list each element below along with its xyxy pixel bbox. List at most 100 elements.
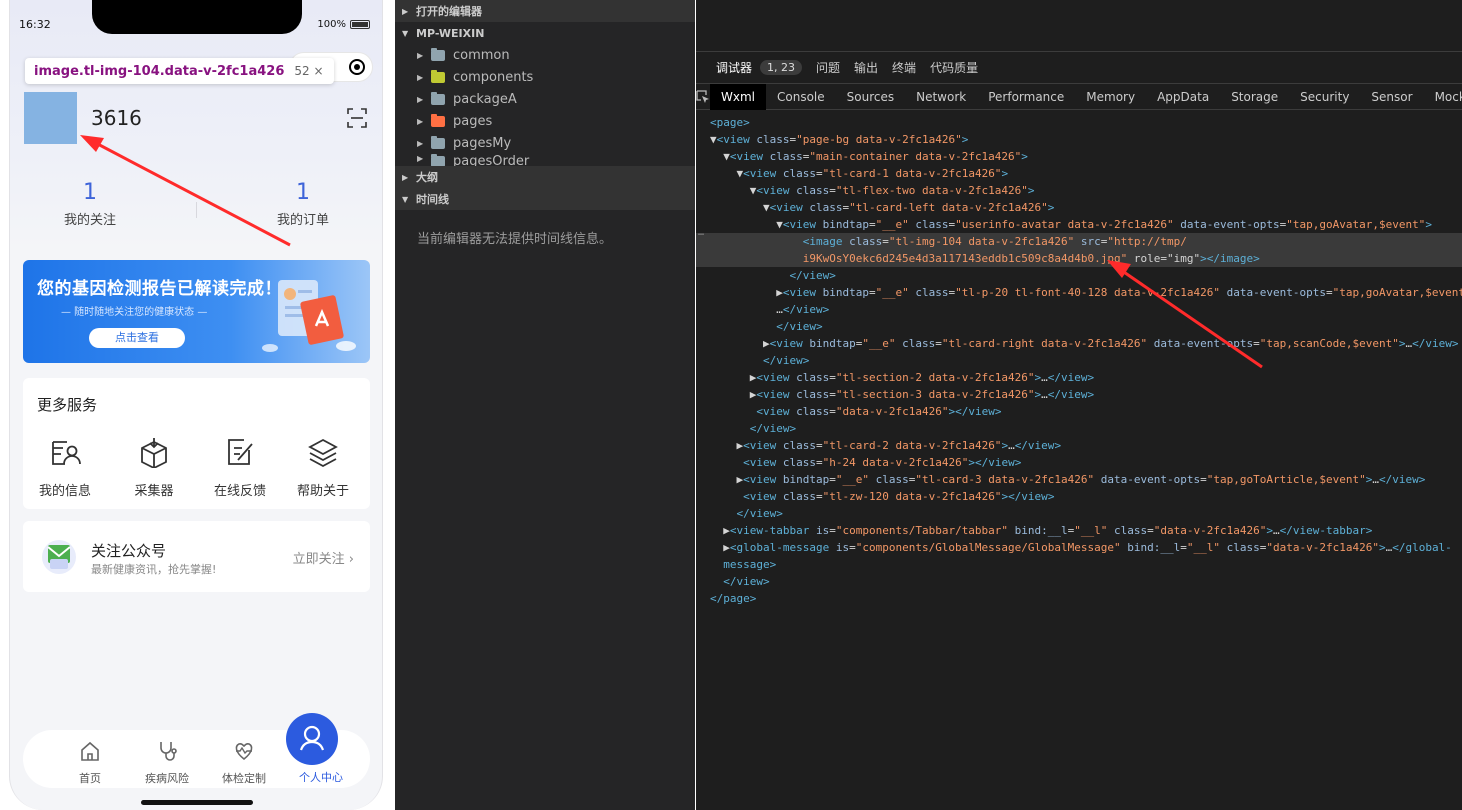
dom-node-line[interactable]: </view> (696, 318, 1462, 335)
tab-security[interactable]: Security (1289, 84, 1360, 110)
tab-terminal[interactable]: 终端 (892, 59, 916, 76)
tab-network[interactable]: Network (905, 84, 977, 110)
follow-subtitle: 最新健康资讯，抢先掌握! (91, 563, 217, 576)
project-header[interactable]: ▼ MP-WEIXIN (395, 22, 695, 44)
service-label: 我的信息 (38, 484, 91, 499)
tab-code-quality[interactable]: 代码质量 (930, 59, 978, 76)
dom-node-line[interactable]: message> (696, 556, 1462, 573)
home-icon (81, 741, 99, 761)
dom-node-line[interactable]: </view> (696, 267, 1462, 284)
chevron-down-icon: ▼ (402, 28, 409, 38)
dom-node-line[interactable]: </view> (696, 352, 1462, 369)
outline-header[interactable]: ▶ 大纲 (395, 166, 695, 188)
dom-node-line[interactable]: <view class="h-24 data-v-2fc1a426"></vie… (696, 454, 1462, 471)
inspect-element-button[interactable] (696, 84, 710, 110)
tab-home[interactable]: 首页 (55, 740, 125, 786)
service-label: 在线反馈 (213, 484, 266, 499)
folder-name: pagesOrder (453, 154, 530, 166)
dom-node-line[interactable]: <page> (696, 114, 1462, 131)
report-banner[interactable]: 您的基因检测报告已解读完成！ — 随时随地关注您的健康状态 — 点击查看 (23, 260, 370, 363)
timeline-header[interactable]: ▼ 时间线 (395, 188, 695, 210)
devtools-top-strip (696, 0, 1462, 52)
tree-folder-pagesOrder[interactable]: ▶ pagesOrder (395, 154, 695, 166)
dom-node-line[interactable]: ▼<view class="tl-card-1 data-v-2fc1a426"… (696, 165, 1462, 182)
close-target-icon[interactable] (348, 59, 365, 75)
service-collector[interactable]: 采集器 (114, 436, 194, 499)
service-help-about[interactable]: 帮助关于 (283, 436, 363, 499)
dom-node-line[interactable]: </view> (696, 505, 1462, 522)
tab-sources[interactable]: Sources (836, 84, 905, 110)
dom-node-line[interactable]: ▶<view class="tl-section-2 data-v-2fc1a4… (696, 369, 1462, 386)
tree-folder-pages[interactable]: ▶ pages (395, 110, 695, 132)
follow-now-link[interactable]: 立即关注 › (293, 548, 354, 567)
dom-node-line[interactable]: ▼<view class="tl-flex-two data-v-2fc1a42… (696, 182, 1462, 199)
battery-percent: 100% (317, 19, 346, 30)
dom-node-line[interactable]: <view class="tl-zw-120 data-v-2fc1a426">… (696, 488, 1462, 505)
dom-node-line[interactable]: …</view> (696, 301, 1462, 318)
tree-folder-components[interactable]: ▶ components (395, 66, 695, 88)
open-editors-header[interactable]: ▶ 打开的编辑器 (395, 0, 695, 22)
tab-storage[interactable]: Storage (1220, 84, 1289, 110)
tab-output[interactable]: 输出 (854, 59, 878, 76)
folder-name: pages (453, 113, 493, 129)
tab-console[interactable]: Console (766, 84, 836, 110)
tab-mock[interactable]: Mock (1424, 84, 1462, 110)
dom-node-line[interactable]: ▶<view-tabbar is="components/Tabbar/tabb… (696, 522, 1462, 539)
tree-folder-pagesMy[interactable]: ▶ pagesMy (395, 132, 695, 154)
explorer-panel: ▶ 打开的编辑器 ▼ MP-WEIXIN ▶ common ▶ componen… (395, 0, 695, 810)
tab-debugger[interactable]: 调试器 (716, 59, 752, 76)
dom-node-line[interactable]: ▼<view class="page-bg data-v-2fc1a426"> (696, 131, 1462, 148)
home-indicator (141, 800, 253, 805)
more-services-card: 更多服务 我的信息 采集器 在线反馈 帮助关于 (23, 378, 370, 509)
tab-memory[interactable]: Memory (1075, 84, 1146, 110)
node-options-ellipsis[interactable]: … (698, 224, 704, 241)
tree-folder-packageA[interactable]: ▶ packageA (395, 88, 695, 110)
dom-node-line[interactable]: </page> (696, 590, 1462, 607)
dom-node-line[interactable]: </view> (696, 420, 1462, 437)
dom-node-line[interactable]: ▶<view bindtap="__e" class="tl-card-3 da… (696, 471, 1462, 488)
tab-label: 疾病风险 (145, 772, 189, 785)
dom-node-line[interactable]: ▶<global-message is="components/GlobalMe… (696, 539, 1462, 556)
tab-personal-center[interactable]: 个人中心 (286, 765, 356, 785)
user-name: 3616 (91, 106, 142, 130)
box-download-icon (141, 438, 167, 470)
stat-orders[interactable]: 1 我的订单 (228, 180, 378, 228)
services-title: 更多服务 (37, 396, 98, 414)
dom-node-line[interactable]: <image class="tl-img-104 data-v-2fc1a426… (696, 233, 1462, 250)
tab-problems[interactable]: 问题 (816, 59, 840, 76)
chevron-down-icon: ▼ (402, 194, 409, 204)
follow-official-account-card[interactable]: 关注公众号 最新健康资讯，抢先掌握! 立即关注 › (23, 521, 370, 592)
dom-node-line[interactable]: </view> (696, 573, 1462, 590)
tab-wxml[interactable]: Wxml (710, 83, 766, 110)
service-feedback[interactable]: 在线反馈 (200, 436, 280, 499)
folder-icon (431, 135, 445, 149)
service-my-info[interactable]: 我的信息 (25, 436, 105, 499)
device-notch (92, 0, 302, 34)
dom-node-line[interactable]: ▼<view class="tl-card-left data-v-2fc1a4… (696, 199, 1462, 216)
tab-disease-risk[interactable]: 疾病风险 (132, 740, 202, 786)
stat-value: 1 (83, 180, 97, 205)
dom-node-line[interactable]: ▼<view bindtap="__e" class="userinfo-ava… (696, 216, 1462, 233)
layers-icon (308, 438, 338, 468)
section-title: 打开的编辑器 (416, 5, 482, 18)
scan-icon[interactable] (347, 108, 367, 128)
dom-node-line[interactable]: ▶<view class="tl-card-2 data-v-2fc1a426"… (696, 437, 1462, 454)
chevron-right-icon: ▶ (417, 50, 424, 60)
dom-node-line[interactable]: ▼<view class="main-container data-v-2fc1… (696, 148, 1462, 165)
tree-folder-common[interactable]: ▶ common (395, 44, 695, 66)
dom-node-line[interactable]: ▶<view bindtap="__e" class="tl-card-righ… (696, 335, 1462, 352)
tab-checkup-custom[interactable]: 体检定制 (209, 740, 279, 786)
tab-performance[interactable]: Performance (977, 84, 1075, 110)
chevron-right-icon: ▶ (417, 94, 424, 104)
devtools-panel: 调试器 1, 23 问题 输出 终端 代码质量 Wxml Console Sou… (696, 0, 1462, 810)
tab-appdata[interactable]: AppData (1146, 84, 1220, 110)
tab-sensor[interactable]: Sensor (1360, 84, 1423, 110)
active-tab-bubble[interactable] (286, 713, 338, 765)
dom-node-line[interactable]: ▶<view bindtap="__e" class="tl-p-20 tl-f… (696, 284, 1462, 301)
stat-following[interactable]: 1 我的关注 (15, 180, 165, 228)
dom-node-line[interactable]: <view class="data-v-2fc1a426"></view> (696, 403, 1462, 420)
view-report-button[interactable]: 点击查看 (89, 328, 185, 348)
dom-node-line[interactable]: ▶<view class="tl-section-3 data-v-2fc1a4… (696, 386, 1462, 403)
folder-name: components (453, 69, 534, 85)
dom-node-line[interactable]: i9KwOsY0ekc6d245e4d3a117143eddb1c509c8a4… (696, 250, 1462, 267)
